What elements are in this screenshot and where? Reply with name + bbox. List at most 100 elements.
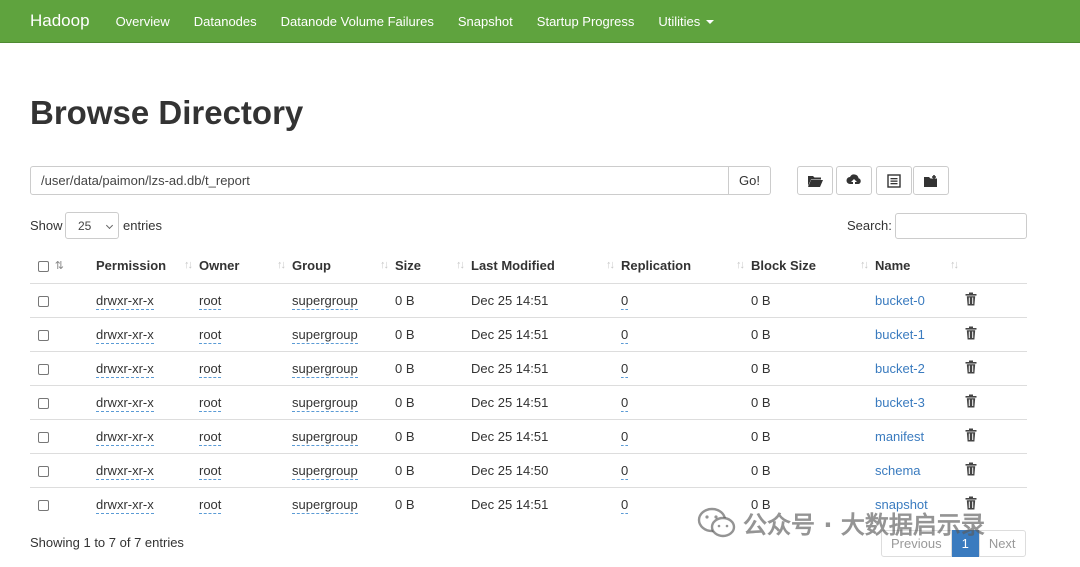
group-value[interactable]: supergroup xyxy=(292,292,358,310)
group-value[interactable]: supergroup xyxy=(292,428,358,446)
col-replication[interactable]: Replication ↑↓ xyxy=(621,249,751,284)
permission-value[interactable]: drwxr-xr-x xyxy=(96,428,154,446)
last-modified-cell: Dec 25 14:50 xyxy=(471,452,621,487)
trash-icon xyxy=(965,394,977,408)
size-cell: 0 B xyxy=(395,282,471,317)
col-size[interactable]: Size ↑↓ xyxy=(395,249,471,284)
nav-utilities-label: Utilities xyxy=(658,13,701,29)
row-checkbox[interactable] xyxy=(38,499,49,511)
replication-value[interactable]: 0 xyxy=(621,428,629,446)
owner-cell: root xyxy=(199,282,292,317)
sort-icon: ↑↓ xyxy=(277,259,286,271)
col-name[interactable]: Name ↑↓ xyxy=(875,249,965,284)
entries-select-value: 25 xyxy=(78,218,92,233)
permission-value[interactable]: drwxr-xr-x xyxy=(96,326,154,344)
permission-value[interactable]: drwxr-xr-x xyxy=(96,292,154,310)
permission-value[interactable]: drwxr-xr-x xyxy=(96,462,154,480)
owner-value[interactable]: root xyxy=(199,292,222,310)
owner-value[interactable]: root xyxy=(199,462,222,480)
sort-icon: ↑↓ xyxy=(950,259,959,271)
owner-value[interactable]: root xyxy=(199,428,222,446)
nav-datanodes[interactable]: Datanodes xyxy=(194,14,257,29)
nav-snapshot[interactable]: Snapshot xyxy=(458,14,513,29)
next-page-button[interactable]: Next xyxy=(978,530,1026,557)
row-select-cell[interactable] xyxy=(30,384,70,419)
replication-value[interactable]: 0 xyxy=(621,462,629,480)
group-value[interactable]: supergroup xyxy=(292,496,358,514)
permission-value[interactable]: drwxr-xr-x xyxy=(96,496,154,514)
replication-value[interactable]: 0 xyxy=(621,360,629,378)
directory-link[interactable]: schema xyxy=(875,463,921,478)
open-folder-button[interactable] xyxy=(797,166,833,195)
delete-button[interactable] xyxy=(965,326,977,343)
create-folder-button[interactable] xyxy=(913,166,949,195)
directory-link[interactable]: bucket-3 xyxy=(875,395,925,410)
group-value[interactable]: supergroup xyxy=(292,360,358,378)
row-select-cell[interactable] xyxy=(30,350,70,385)
directory-link[interactable]: manifest xyxy=(875,429,924,444)
owner-value[interactable]: root xyxy=(199,326,222,344)
col-last-modified[interactable]: Last Modified ↑↓ xyxy=(471,249,621,284)
row-checkbox[interactable] xyxy=(38,363,49,375)
directory-path-input[interactable] xyxy=(30,166,729,195)
directory-link[interactable]: bucket-2 xyxy=(875,361,925,376)
delete-button[interactable] xyxy=(965,292,977,309)
nav-overview[interactable]: Overview xyxy=(116,14,170,29)
table-view-button[interactable] xyxy=(876,166,912,195)
row-select-cell[interactable] xyxy=(30,452,70,487)
row-checkbox[interactable] xyxy=(38,329,49,341)
block-size-cell: 0 B xyxy=(751,316,875,351)
last-modified-cell: Dec 25 14:51 xyxy=(471,486,621,521)
row-checkbox[interactable] xyxy=(38,465,49,477)
row-checkbox[interactable] xyxy=(38,431,49,443)
nav-startup-progress[interactable]: Startup Progress xyxy=(537,14,635,29)
group-value[interactable]: supergroup xyxy=(292,326,358,344)
name-cell: bucket-3 xyxy=(875,384,965,419)
row-checkbox[interactable] xyxy=(38,295,49,307)
select-all-checkbox[interactable] xyxy=(38,261,49,273)
select-all-header[interactable]: ⇅ xyxy=(30,249,70,284)
size-cell: 0 B xyxy=(395,418,471,453)
col-last-modified-label: Last Modified xyxy=(471,258,555,274)
owner-value[interactable]: root xyxy=(199,360,222,378)
nav-utilities-dropdown[interactable]: Utilities xyxy=(658,13,715,29)
table-row: drwxr-xr-x root supergroup 0 B Dec 25 14:51 0… xyxy=(30,282,1027,317)
col-block-size[interactable]: Block Size ↑↓ xyxy=(751,249,875,284)
permission-value[interactable]: drwxr-xr-x xyxy=(96,394,154,412)
delete-button[interactable] xyxy=(965,462,977,479)
name-cell: manifest xyxy=(875,418,965,453)
replication-value[interactable]: 0 xyxy=(621,496,629,514)
replication-value[interactable]: 0 xyxy=(621,292,629,310)
replication-value[interactable]: 0 xyxy=(621,394,629,412)
replication-value[interactable]: 0 xyxy=(621,326,629,344)
upload-button[interactable] xyxy=(836,166,872,195)
search-label: Search: xyxy=(847,218,892,233)
col-group[interactable]: Group ↑↓ xyxy=(292,249,395,284)
row-select-cell[interactable] xyxy=(30,316,70,351)
go-button[interactable]: Go! xyxy=(729,166,771,195)
nav-datanode-volume-failures[interactable]: Datanode Volume Failures xyxy=(281,14,434,29)
col-permission[interactable]: Permission ↑↓ xyxy=(70,249,199,284)
row-select-cell[interactable] xyxy=(30,486,70,521)
delete-button[interactable] xyxy=(965,360,977,377)
brand-logo[interactable]: Hadoop xyxy=(30,11,90,31)
delete-button[interactable] xyxy=(965,428,977,445)
replication-cell: 0 xyxy=(621,384,751,419)
group-value[interactable]: supergroup xyxy=(292,462,358,480)
permission-value[interactable]: drwxr-xr-x xyxy=(96,360,154,378)
owner-value[interactable]: root xyxy=(199,496,222,514)
row-select-cell[interactable] xyxy=(30,282,70,317)
trash-icon xyxy=(965,292,977,306)
col-owner[interactable]: Owner ↑↓ xyxy=(199,249,292,284)
owner-value[interactable]: root xyxy=(199,394,222,412)
group-value[interactable]: supergroup xyxy=(292,394,358,412)
trash-icon xyxy=(965,462,977,476)
entries-per-page-select[interactable]: 25 xyxy=(65,212,119,239)
directory-link[interactable]: bucket-1 xyxy=(875,327,925,342)
search-input[interactable] xyxy=(895,213,1027,239)
sort-asc-icon[interactable]: ⇅ xyxy=(55,259,64,272)
row-select-cell[interactable] xyxy=(30,418,70,453)
directory-link[interactable]: bucket-0 xyxy=(875,293,925,308)
delete-button[interactable] xyxy=(965,394,977,411)
row-checkbox[interactable] xyxy=(38,397,49,409)
